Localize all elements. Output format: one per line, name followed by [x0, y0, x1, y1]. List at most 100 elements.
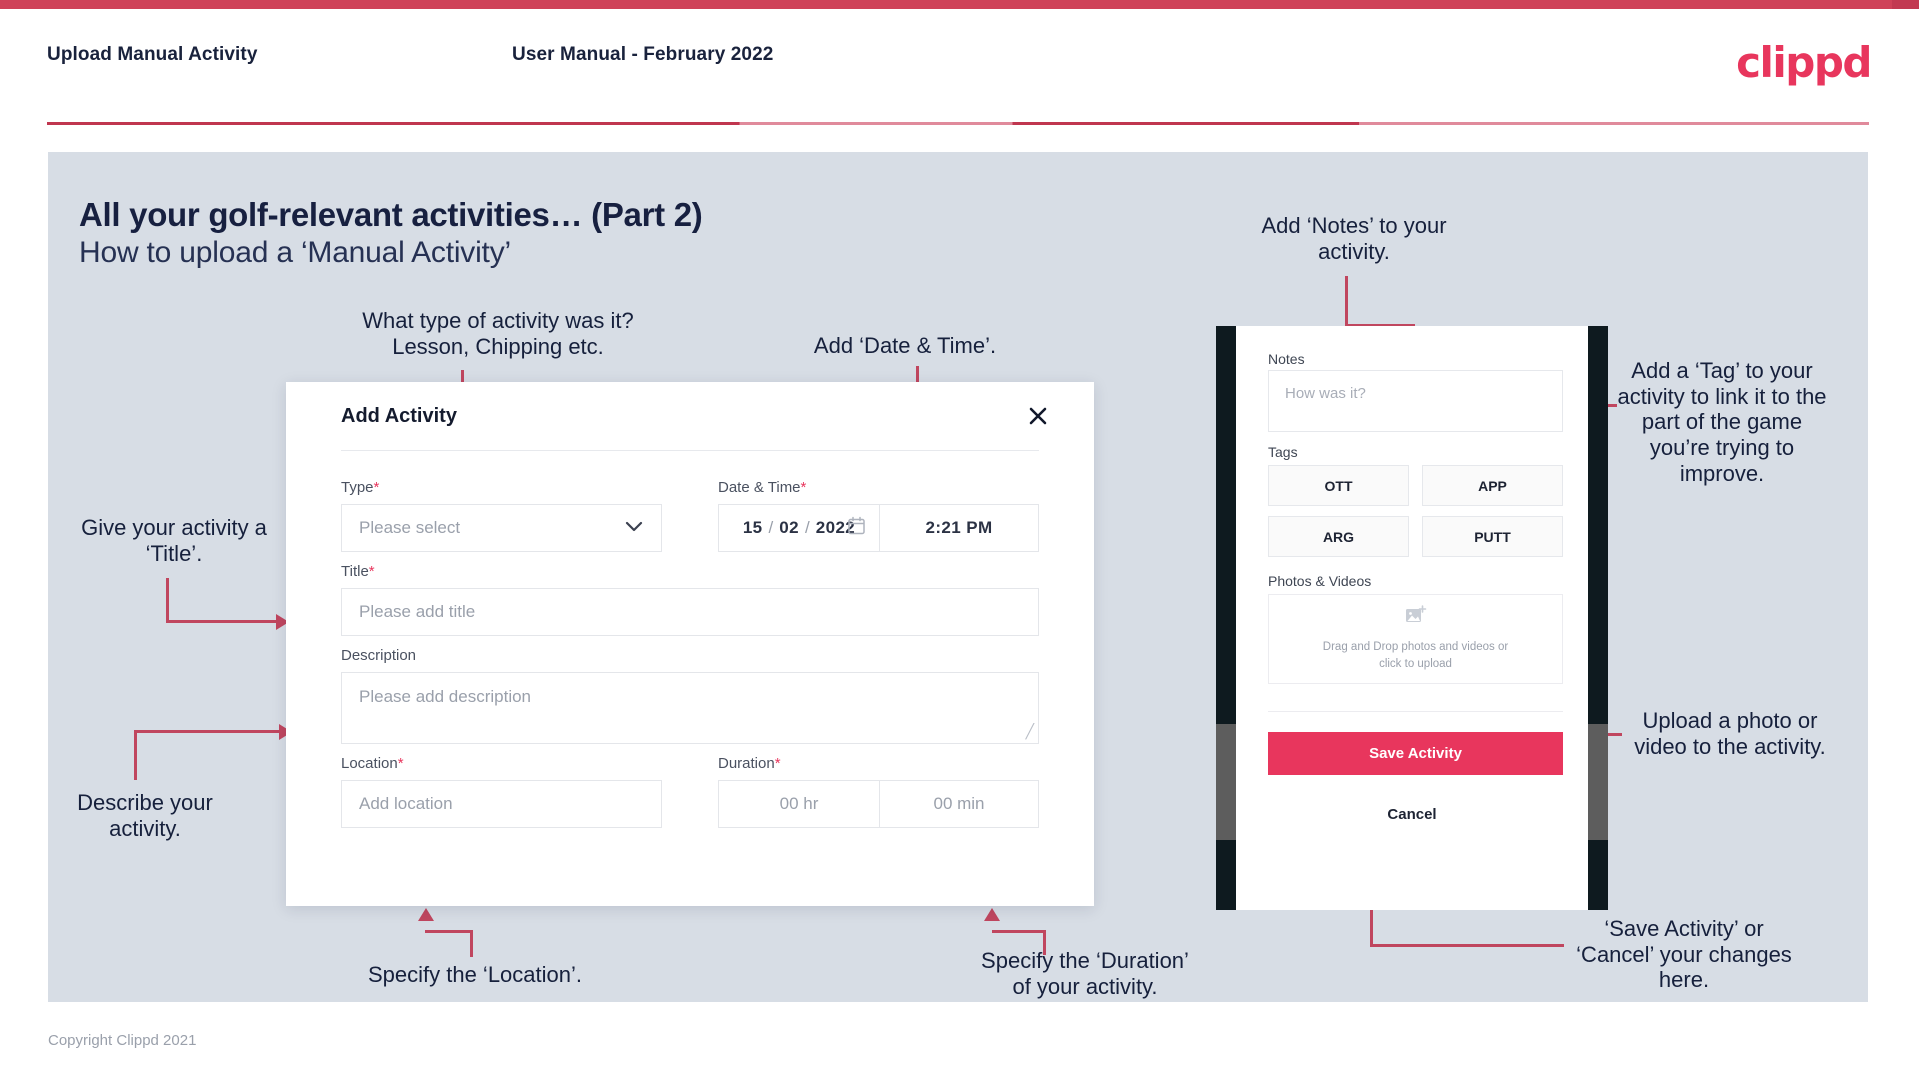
time-input[interactable]: 2:21 PM — [880, 505, 1038, 551]
cancel-button[interactable]: Cancel — [1236, 806, 1588, 823]
annotation-save: ‘Save Activity’ or ‘Cancel’ your changes… — [1570, 916, 1798, 993]
tag-putt[interactable]: PUTT — [1422, 516, 1563, 557]
connector-title-vertical — [166, 578, 169, 622]
dialog-divider — [341, 450, 1039, 451]
close-icon[interactable] — [1024, 402, 1052, 430]
connector-duration-horizontal — [992, 930, 1046, 933]
page-subtitle: How to upload a ‘Manual Activity’ — [79, 236, 511, 269]
annotation-upload-line1: Upload a photo or — [1642, 708, 1818, 733]
date-input[interactable]: 15 / 02 / 2022 — [719, 505, 879, 551]
annotation-notes-line1: Add ‘Notes’ to your — [1261, 213, 1447, 238]
location-required-marker: * — [397, 755, 404, 772]
annotation-duration: Specify the ‘Duration’ of your activity. — [960, 948, 1210, 999]
header-center-title: User Manual - February 2022 — [512, 44, 774, 65]
footer-copyright: Copyright Clippd 2021 — [48, 1032, 197, 1049]
annotation-duration-line2: of your activity. — [1012, 973, 1158, 999]
phone-mockup: Notes How was it? Tags OTT APP ARG PUTT … — [1216, 326, 1608, 910]
photos-label: Photos & Videos — [1268, 573, 1372, 589]
date-sep-2: / — [805, 518, 810, 537]
duration-group: 00 hr 00 min — [718, 780, 1039, 828]
save-activity-button[interactable]: Save Activity — [1268, 732, 1563, 775]
dropzone-line1: Drag and Drop photos and videos or — [1322, 640, 1509, 653]
phone-frame-right — [1588, 326, 1608, 910]
annotation-location-text: Specify the ‘Location’. — [367, 962, 583, 987]
photo-dropzone[interactable]: Drag and Drop photos and videos or click… — [1268, 594, 1563, 684]
title-label: Title* — [341, 563, 375, 580]
tag-arg[interactable]: ARG — [1268, 516, 1409, 557]
connector-duration-vertical — [1043, 932, 1046, 955]
connector-title-horizontal — [166, 620, 278, 623]
notes-input[interactable]: How was it? — [1268, 370, 1563, 432]
connector-location-horizontal — [425, 930, 473, 933]
annotation-save-line1: ‘Save Activity’ or — [1604, 916, 1764, 941]
duration-minutes-input[interactable]: 00 min — [880, 781, 1038, 827]
duration-hours-placeholder: 00 hr — [779, 794, 819, 813]
connector-save-horizontal — [1370, 944, 1564, 947]
annotation-datetime-text: Add ‘Date & Time’. — [813, 333, 997, 358]
type-label: Type* — [341, 479, 380, 496]
location-placeholder: Add location — [359, 794, 453, 813]
clippd-logo: clippd — [1736, 38, 1872, 87]
add-activity-dialog: Add Activity Type* Please select Date & … — [286, 382, 1094, 906]
phone-divider — [1268, 711, 1563, 712]
annotation-title-line2: ‘Title’. — [145, 540, 203, 566]
description-placeholder: Please add description — [359, 687, 532, 706]
title-required-marker: * — [368, 563, 375, 580]
title-input[interactable]: Please add title — [341, 588, 1039, 636]
add-image-icon — [1405, 604, 1427, 631]
annotation-tags-text: Add a ‘Tag’ to your activity to link it … — [1617, 358, 1827, 486]
phone-screen: Notes How was it? Tags OTT APP ARG PUTT … — [1236, 326, 1588, 910]
datetime-label: Date & Time* — [718, 479, 807, 496]
annotation-datetime: Add ‘Date & Time’. — [790, 333, 1020, 359]
dialog-title: Add Activity — [341, 405, 457, 427]
date-day: 15 — [742, 518, 763, 537]
annotation-description-line2: activity. — [109, 815, 181, 841]
type-select[interactable]: Please select — [341, 504, 662, 552]
annotation-type: What type of activity was it? Lesson, Ch… — [338, 308, 658, 359]
notes-placeholder: How was it? — [1285, 385, 1366, 402]
annotation-description: Describe your activity. — [40, 790, 250, 841]
date-sep-1: / — [768, 518, 774, 537]
date-month: 02 — [779, 518, 799, 537]
phone-frame-left — [1216, 326, 1236, 910]
notes-label: Notes — [1268, 351, 1305, 367]
resize-handle-icon[interactable]: ╱ — [1026, 723, 1034, 740]
annotation-tags: Add a ‘Tag’ to your activity to link it … — [1616, 358, 1828, 487]
connector-location-vertical — [470, 932, 473, 957]
description-textarea[interactable]: Please add description ╱ — [341, 672, 1039, 744]
annotation-description-line1: Describe your — [77, 790, 213, 815]
slide-root: Upload Manual Activity User Manual - Feb… — [0, 0, 1919, 1079]
phone-frame-right-segment — [1588, 724, 1608, 840]
annotation-upload: Upload a photo or video to the activity. — [1622, 708, 1838, 759]
annotation-title-line1: Give your activity a — [81, 515, 267, 540]
title-placeholder: Please add title — [359, 602, 476, 621]
tag-app[interactable]: APP — [1422, 465, 1563, 506]
duration-minutes-placeholder: 00 min — [933, 794, 985, 813]
header-divider — [47, 122, 1869, 125]
dropzone-line2: click to upload — [1379, 658, 1452, 671]
duration-label: Duration* — [718, 755, 781, 772]
connector-notes-vertical — [1345, 276, 1348, 326]
annotation-notes: Add ‘Notes’ to your activity. — [1248, 213, 1460, 264]
calendar-icon[interactable] — [848, 516, 865, 540]
annotation-save-line2: ‘Cancel’ your changes — [1576, 941, 1792, 967]
annotation-upload-line2: video to the activity. — [1634, 733, 1826, 759]
annotation-save-line3: here. — [1658, 967, 1710, 993]
description-label: Description — [341, 647, 417, 664]
tags-label: Tags — [1268, 444, 1298, 460]
annotation-location: Specify the ‘Location’. — [330, 962, 620, 988]
duration-required-marker: * — [774, 755, 781, 772]
time-value: 2:21 PM — [925, 518, 993, 537]
chevron-down-icon — [625, 518, 643, 538]
location-input[interactable]: Add location — [341, 780, 662, 828]
connector-description-vertical — [134, 730, 137, 780]
duration-hours-input[interactable]: 00 hr — [719, 781, 879, 827]
annotation-type-line1: What type of activity was it? — [362, 308, 634, 333]
top-accent-bar-right — [1892, 0, 1919, 9]
top-accent-bar — [0, 0, 1919, 9]
annotation-duration-line1: Specify the ‘Duration’ — [981, 948, 1189, 973]
tag-ott[interactable]: OTT — [1268, 465, 1409, 506]
header-left-title: Upload Manual Activity — [47, 44, 258, 65]
datetime-required-marker: * — [800, 479, 807, 496]
connector-description-horizontal — [134, 730, 282, 733]
